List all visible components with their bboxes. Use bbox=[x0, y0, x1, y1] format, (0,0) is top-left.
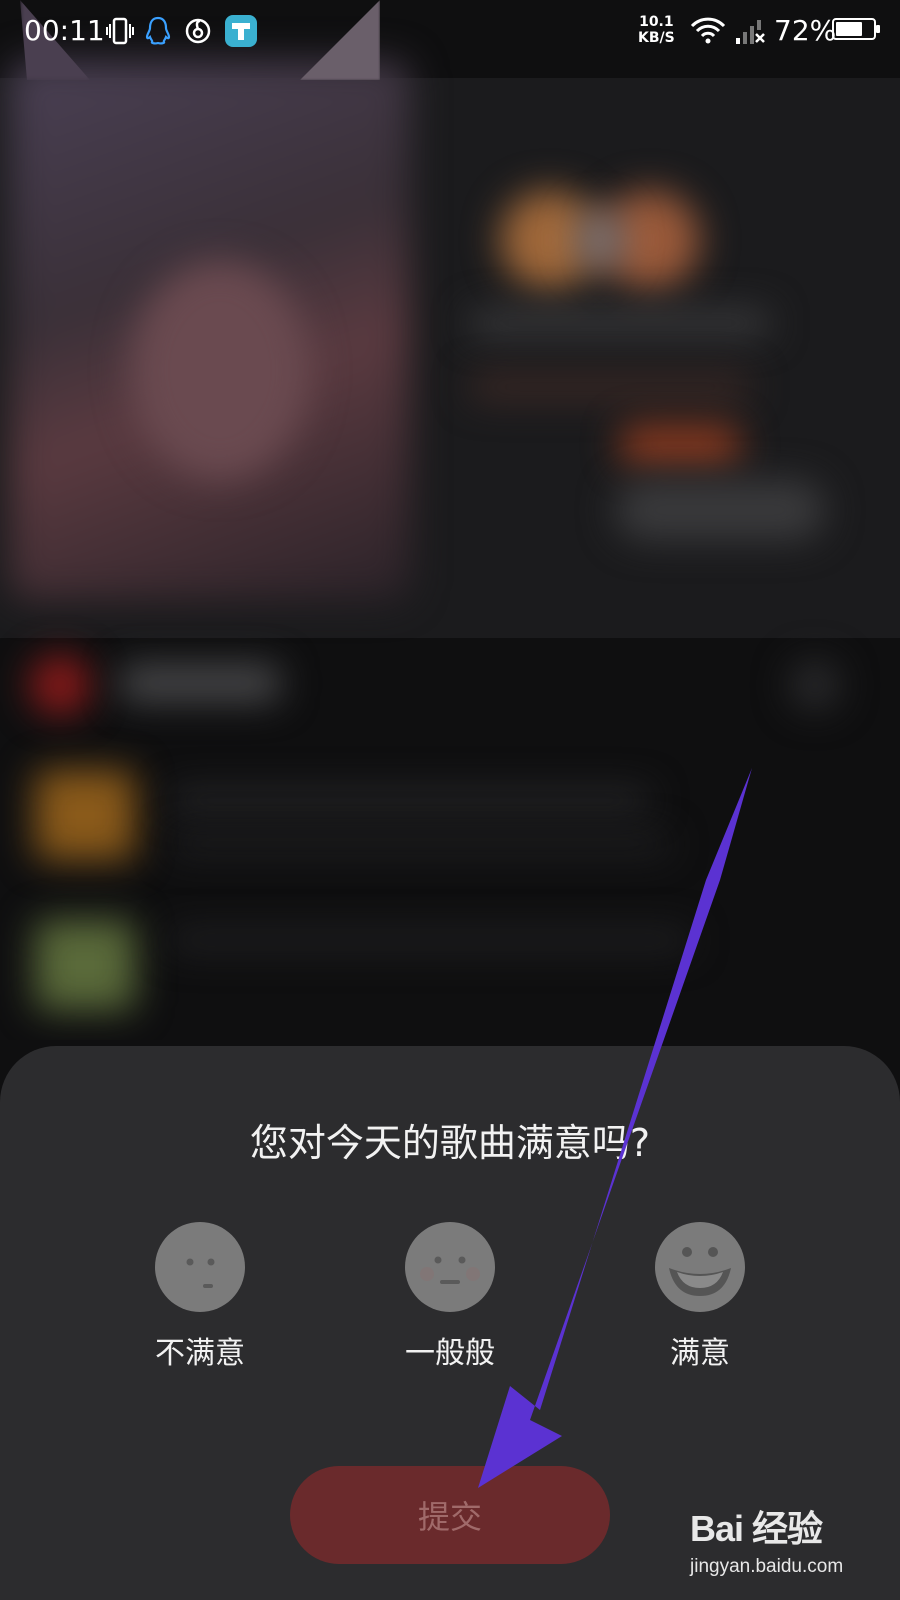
blurred-text bbox=[170, 835, 670, 853]
feedback-question: 您对今天的歌曲满意吗? bbox=[249, 1121, 651, 1165]
status-bar: 00:11 10.1 KB/S 72% bbox=[0, 0, 900, 64]
vibrate-icon bbox=[106, 17, 134, 45]
unsatisfied-face-icon bbox=[155, 1222, 245, 1312]
watermark-url: jingyan.baidu.com bbox=[690, 1556, 844, 1577]
blurred-song-thumbnail bbox=[35, 920, 135, 1010]
wifi-icon bbox=[690, 17, 726, 44]
blurred-avatar bbox=[575, 210, 625, 270]
netease-music-icon bbox=[185, 18, 211, 44]
blurred-button bbox=[615, 480, 825, 540]
baidu-jingyan-watermark: Bai 经验 jingyan.baidu.com bbox=[690, 1500, 843, 1578]
status-time: 00:11 bbox=[24, 14, 105, 47]
network-speed: 10.1 KB/S bbox=[638, 14, 675, 46]
qq-icon bbox=[145, 16, 171, 45]
watermark-logo: Bai 经验 bbox=[690, 1508, 823, 1549]
blurred-icon bbox=[790, 660, 840, 710]
blurred-text bbox=[470, 310, 770, 336]
option-label: 一般般 bbox=[405, 1336, 495, 1371]
blurred-text bbox=[170, 790, 650, 810]
network-speed-unit: KB/S bbox=[638, 30, 675, 46]
blurred-text bbox=[120, 665, 280, 701]
battery-fill bbox=[836, 22, 862, 36]
blurred-badge bbox=[620, 425, 740, 465]
submit-button[interactable]: 提交 bbox=[290, 1466, 610, 1564]
satisfied-face-icon bbox=[655, 1222, 745, 1312]
option-label: 满意 bbox=[670, 1336, 730, 1371]
signal-icon bbox=[736, 20, 765, 44]
blurred-cover-figure bbox=[130, 260, 310, 480]
blurred-text bbox=[470, 375, 750, 399]
option-label: 不满意 bbox=[155, 1336, 245, 1371]
battery-icon bbox=[832, 18, 880, 40]
option-neutral[interactable]: 一般般 bbox=[370, 1222, 530, 1372]
app-icon bbox=[225, 15, 257, 47]
network-speed-value: 10.1 bbox=[639, 14, 674, 30]
blurred-background bbox=[0, 0, 900, 1040]
neutral-face-icon bbox=[405, 1222, 495, 1312]
option-unsatisfied[interactable]: 不满意 bbox=[120, 1222, 280, 1372]
blurred-play-icon bbox=[30, 655, 90, 715]
battery-percent: 72% bbox=[774, 14, 837, 47]
option-satisfied[interactable]: 满意 bbox=[620, 1222, 780, 1372]
blurred-song-thumbnail bbox=[35, 770, 135, 860]
blurred-text bbox=[170, 930, 690, 950]
